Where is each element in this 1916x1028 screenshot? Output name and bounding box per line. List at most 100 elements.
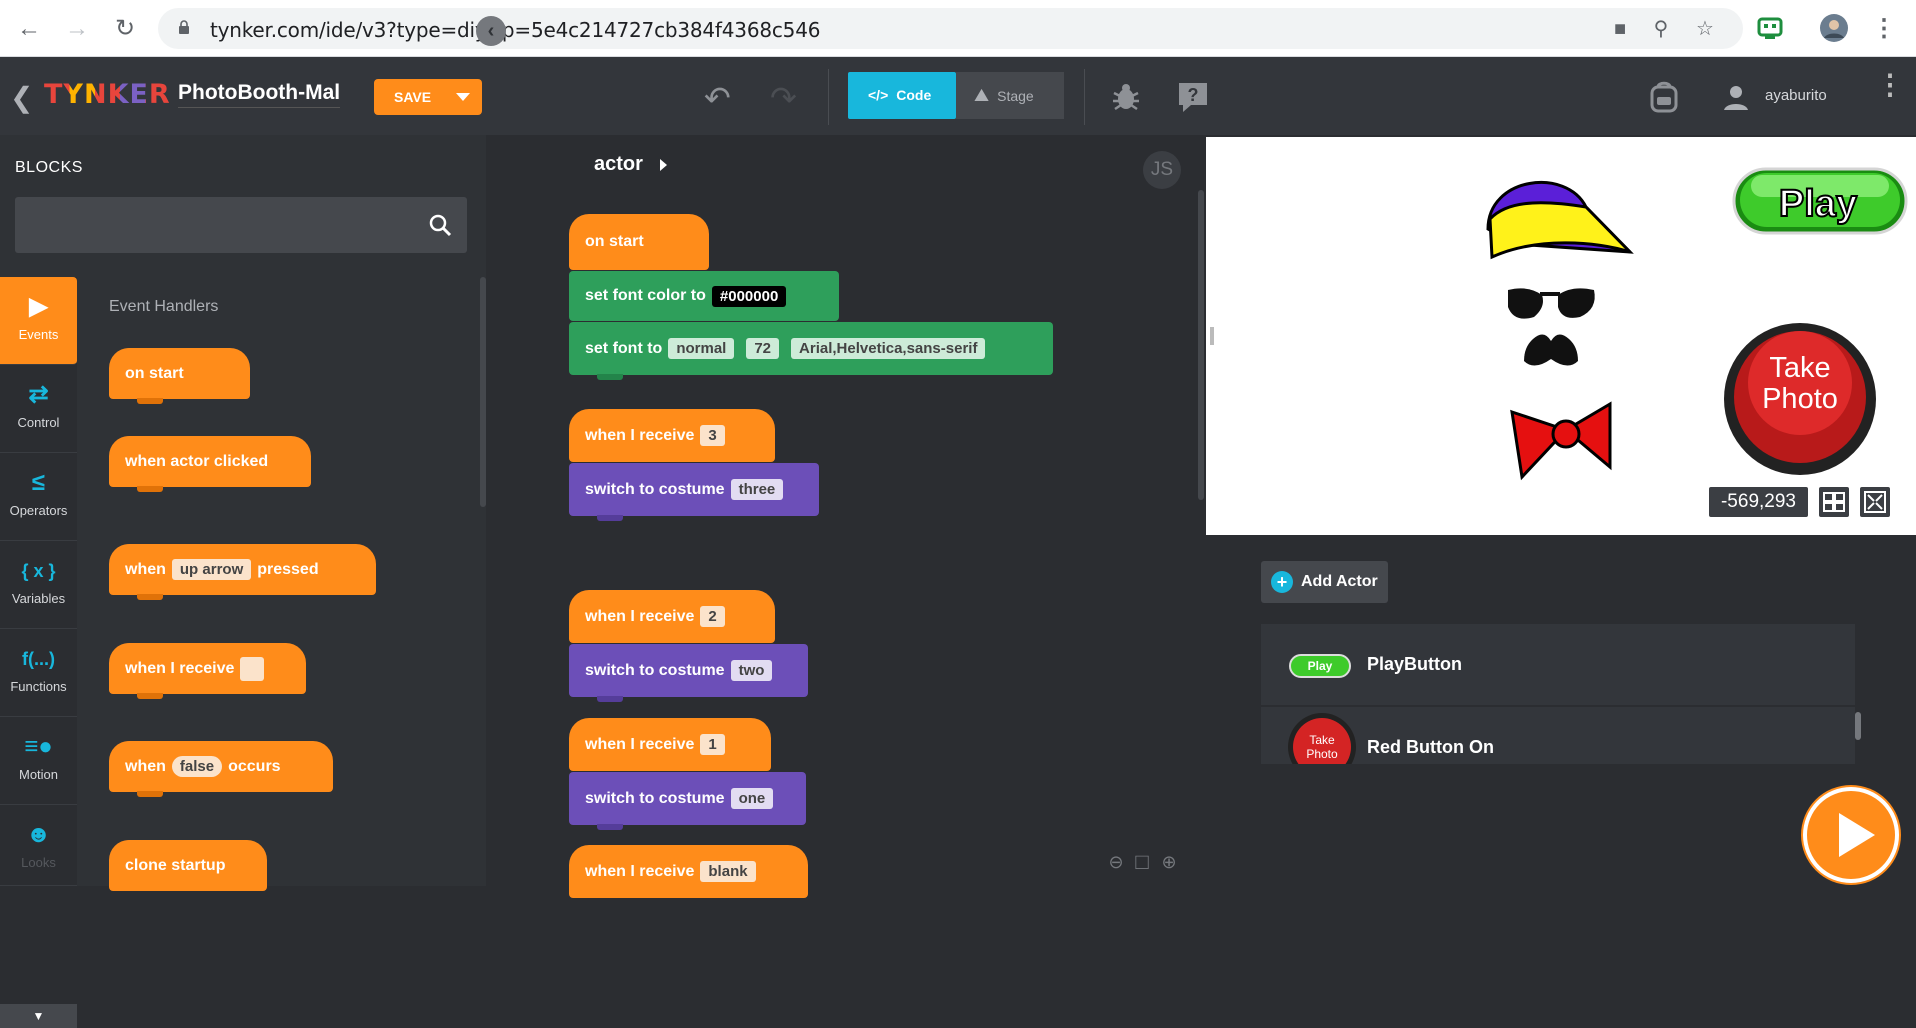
palette-block-clone-startup[interactable]: clone startup [109, 840, 267, 891]
actor-selector[interactable]: actor [594, 153, 643, 176]
font-family-select[interactable]: Arial,Helvetica,sans-serif [791, 338, 986, 359]
run-project-button[interactable] [1803, 787, 1899, 883]
back-chevron-icon[interactable]: ❮ [10, 81, 33, 114]
save-dropdown-icon[interactable] [456, 93, 470, 101]
backpack-icon[interactable] [1646, 79, 1682, 115]
braces-x-icon: { x } [21, 561, 56, 581]
code-block-on-start[interactable]: on start [569, 214, 709, 270]
collapse-panel-icon[interactable]: ‹ [476, 16, 506, 46]
message-input[interactable] [240, 656, 265, 681]
stage-resize-handle[interactable] [1210, 327, 1214, 345]
category-label: Variables [11, 591, 66, 606]
palette-block-when-receive[interactable]: when I receive [109, 643, 306, 699]
take-photo-text: Take Photo [1736, 353, 1864, 415]
blocks-search-input[interactable] [15, 197, 467, 253]
category-motion[interactable]: ≡● Motion [0, 717, 77, 805]
tynker-logo[interactable]: TYNKER [44, 79, 171, 110]
zoom-out-icon[interactable]: ⊖ [1105, 851, 1127, 873]
fullscreen-icon[interactable] [1860, 487, 1890, 517]
profile-avatar-icon[interactable] [1820, 14, 1848, 42]
key-select[interactable]: up arrow [171, 559, 252, 580]
project-title[interactable]: PhotoBooth-Mal [178, 81, 341, 108]
grid-toggle-icon[interactable] [1819, 487, 1849, 517]
app-menu-icon[interactable]: ⋮ [1876, 71, 1904, 99]
search-icon[interactable] [428, 213, 452, 237]
category-operators[interactable]: ≤ Operators [0, 453, 77, 541]
code-block-switch-costume[interactable]: switch to costume two [569, 644, 808, 702]
mustache-sprite[interactable] [1524, 334, 1578, 366]
save-button[interactable]: SAVE [374, 79, 482, 115]
category-variables[interactable]: { x } Variables [0, 541, 77, 629]
reload-icon[interactable]: ↻ [110, 14, 140, 44]
category-events[interactable]: ▶ Events [0, 277, 77, 365]
star-icon[interactable]: ☆ [1693, 17, 1717, 41]
extension-icon[interactable] [1756, 14, 1784, 42]
palette-block-on-start[interactable]: on start [109, 348, 250, 404]
code-block-switch-costume[interactable]: switch to costume one [569, 772, 806, 830]
condition-slot[interactable]: false [171, 756, 223, 777]
costume-select[interactable]: two [730, 660, 773, 681]
section-label: Event Handlers [109, 298, 219, 315]
actor-row-red-button-on[interactable]: Take Photo Red Button On [1261, 707, 1855, 764]
code-block-when-receive[interactable]: when I receive 2 [569, 590, 775, 643]
message-input[interactable]: 1 [700, 734, 725, 755]
js-toggle-button[interactable]: JS [1143, 151, 1181, 189]
bowtie-sprite[interactable] [1510, 401, 1612, 481]
message-input[interactable]: blank [700, 861, 756, 882]
font-style-select[interactable]: normal [668, 338, 735, 359]
code-block-when-receive[interactable]: when I receive blank [569, 845, 808, 898]
category-functions[interactable]: f(...) Functions [0, 629, 77, 717]
add-actor-button[interactable]: + Add Actor [1261, 561, 1388, 603]
category-looks[interactable]: ☻ Looks [0, 805, 77, 886]
font-size-input[interactable]: 72 [746, 338, 780, 359]
code-block-when-receive[interactable]: when I receive 3 [569, 409, 775, 462]
palette-block-when-key-pressed[interactable]: when up arrow pressed [109, 544, 376, 600]
code-block-set-font[interactable]: set font to normal 72 Arial,Helvetica,sans-… [569, 322, 1053, 380]
actor-thumbnail: Take Photo [1288, 713, 1356, 764]
redo-icon[interactable]: ↷ [770, 79, 797, 117]
costume-select[interactable]: three [730, 479, 784, 500]
actor-name: Red Button On [1367, 737, 1494, 757]
block-label: when [125, 560, 166, 578]
message-input[interactable]: 3 [700, 425, 725, 446]
browser-menu-icon[interactable]: ⋮ [1869, 14, 1899, 44]
tab-code[interactable]: </> Code [848, 72, 956, 119]
zoom-out-icon[interactable]: ⚲ [1649, 17, 1673, 41]
blocks-title: BLOCKS [15, 159, 83, 176]
costume-select[interactable]: one [730, 788, 774, 809]
username[interactable]: ayaburito [1765, 87, 1827, 104]
tab-stage[interactable]: ⛰ Stage [956, 72, 1064, 119]
palette-block-when-actor-clicked[interactable]: when actor clicked [109, 436, 311, 492]
message-input[interactable]: 2 [700, 606, 725, 627]
forward-arrow-icon[interactable]: → [62, 14, 92, 44]
zoom-in-icon[interactable]: ⊕ [1158, 851, 1180, 873]
take-photo-line-1: Take [1769, 352, 1831, 384]
block-label: switch to costume [585, 661, 725, 679]
code-block-when-receive[interactable]: when I receive 1 [569, 718, 771, 771]
actor-caret-icon[interactable] [660, 159, 667, 171]
category-control[interactable]: ⇄ Control [0, 365, 77, 453]
undo-icon[interactable]: ↶ [704, 79, 731, 117]
stage-canvas[interactable]: Play Take Photo [1206, 137, 1916, 535]
block-label: when actor clicked [125, 452, 269, 470]
sunglasses-sprite[interactable] [1508, 288, 1595, 319]
bug-icon[interactable] [1108, 79, 1144, 115]
code-scrollbar[interactable] [1198, 190, 1204, 500]
block-label: when [125, 757, 166, 775]
code-block-set-font-color[interactable]: set font color to #000000 [569, 271, 839, 321]
actor-list-scrollbar[interactable] [1855, 712, 1861, 740]
camera-icon[interactable]: ■ [1608, 17, 1632, 41]
actor-row-playbutton[interactable]: Play PlayButton [1261, 624, 1855, 706]
code-block-switch-costume[interactable]: switch to costume three [569, 463, 819, 521]
back-arrow-icon[interactable]: ← [14, 14, 44, 44]
divider [1084, 69, 1085, 125]
play-button-text: Play [1778, 182, 1858, 226]
address-bar[interactable]: tynker.com/ide/v3?type=diy&p=5e4c214727c… [158, 8, 1743, 49]
user-icon[interactable] [1721, 79, 1751, 115]
palette-block-when-occurs[interactable]: when false occurs [109, 741, 333, 797]
zoom-reset-icon[interactable]: □ [1131, 851, 1153, 873]
help-icon[interactable]: ? [1175, 79, 1211, 115]
font-color-input[interactable]: #000000 [711, 285, 787, 307]
category-scroll-down-icon[interactable]: ▼ [0, 1004, 77, 1028]
take-photo-line-2: Photo [1762, 383, 1838, 415]
